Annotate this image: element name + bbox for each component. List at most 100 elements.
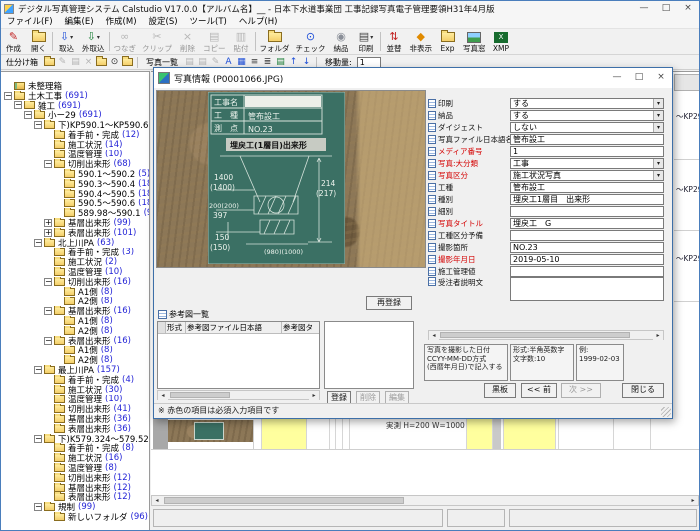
xmp-button[interactable]: XXMP — [489, 29, 514, 54]
import-button[interactable]: ⇩▾取込 — [54, 29, 79, 54]
field-input[interactable]: 管布設工 — [510, 182, 664, 193]
dropdown-arrow-icon[interactable]: ▾ — [653, 171, 663, 180]
deliver-button[interactable]: ◉納品 — [329, 29, 354, 54]
list-cell-yellow[interactable] — [261, 419, 307, 449]
collapse-icon[interactable]: − — [24, 111, 32, 119]
collapse-icon[interactable]: − — [34, 239, 42, 247]
field-input[interactable] — [510, 277, 664, 301]
maximize-button[interactable]: □ — [655, 2, 677, 16]
tree-item[interactable]: 590.4～590.5(18) — [1, 189, 149, 199]
ref-col-format[interactable]: 形式 — [166, 322, 186, 333]
dropdown-arrow-icon[interactable]: ▾ — [97, 34, 100, 41]
field-input[interactable]: 埋戻工1層目 出来形 — [510, 194, 664, 205]
tree-item[interactable]: 温度管理(8) — [1, 463, 149, 473]
list-horizontal-scrollbar[interactable]: ◂ ▸ — [151, 495, 699, 506]
ref-col-filename[interactable]: 参考図ファイル日本語 — [186, 322, 282, 333]
tree-item[interactable]: −北上川PA(63) — [1, 238, 149, 248]
list-cell-yellow[interactable] — [466, 419, 493, 449]
form-horizontal-scrollbar[interactable]: ◂ ▸ — [428, 330, 664, 340]
field-input[interactable] — [510, 206, 664, 217]
field-input[interactable] — [510, 230, 664, 241]
hide-button[interactable]: ◆非表示 — [407, 29, 436, 54]
photo-list-tab[interactable]: 写真一覧 — [141, 57, 183, 68]
tree-item[interactable]: 590.3～590.4(18) — [1, 179, 149, 189]
tree-item[interactable]: A1側(8) — [1, 287, 149, 297]
tree-item[interactable]: 施工状況(14) — [1, 140, 149, 150]
dialog-close-button[interactable]: × — [650, 71, 672, 85]
field-input[interactable]: NO.23 — [510, 242, 664, 253]
scroll-right-icon[interactable]: ▸ — [688, 496, 698, 505]
tree-item[interactable]: 切削出来形(41) — [1, 404, 149, 414]
field-select[interactable]: しない▾ — [510, 122, 664, 133]
print-button[interactable]: ▤▾印刷 — [354, 29, 379, 54]
menu-item[interactable]: ツール(T) — [184, 16, 233, 28]
tree-item[interactable]: −小ー29(691) — [1, 110, 149, 120]
tree-item[interactable]: −規制(99) — [1, 502, 149, 512]
field-input[interactable] — [510, 266, 664, 277]
folder-button[interactable]: フォルダ — [257, 29, 293, 54]
dialog-maximize-button[interactable]: □ — [628, 71, 650, 85]
row-selector-cell[interactable] — [153, 419, 168, 449]
close-dialog-button[interactable]: 閉じる — [622, 383, 664, 398]
photo-window-button[interactable]: 写真窓 — [460, 29, 489, 54]
tree-item[interactable]: 施工状況(30) — [1, 385, 149, 395]
collapse-icon[interactable]: − — [44, 278, 52, 286]
menu-item[interactable]: 設定(S) — [143, 16, 184, 28]
scrollbar-thumb[interactable] — [164, 497, 404, 504]
dropdown-arrow-icon[interactable]: ▾ — [70, 34, 73, 41]
reference-table[interactable]: 形式 参考図ファイル日本語 参考図タ — [157, 321, 320, 389]
tree-item[interactable]: A2側(8) — [1, 297, 149, 307]
dropdown-arrow-icon[interactable]: ▾ — [653, 99, 663, 108]
tree-item[interactable]: 着手前・完成(12) — [1, 130, 149, 140]
field-input[interactable]: 1 — [510, 146, 664, 157]
tree-item[interactable]: A1側(8) — [1, 346, 149, 356]
check-button[interactable]: ⊙チェック — [293, 29, 329, 54]
move-amount-input[interactable]: 1 — [357, 57, 381, 68]
tree-item[interactable]: 着手前・完成(3) — [1, 248, 149, 258]
collapse-icon[interactable]: − — [4, 92, 12, 100]
expand-icon[interactable]: + — [44, 229, 52, 237]
tree-item[interactable]: −雑工(691) — [1, 101, 149, 111]
dropdown-arrow-icon[interactable]: ▾ — [653, 123, 663, 132]
ref-col-title[interactable]: 参考図タ — [282, 322, 318, 333]
open-button[interactable]: 開く — [26, 29, 51, 54]
create-button[interactable]: ✎作成 — [1, 29, 26, 54]
collapse-icon[interactable]: − — [44, 160, 52, 168]
field-select[interactable]: 施工状況写真▾ — [510, 170, 664, 181]
tree-item[interactable]: 着手前・完成(4) — [1, 375, 149, 385]
special-sort-box-icon[interactable] — [121, 56, 134, 68]
dropdown-arrow-icon[interactable]: ▾ — [653, 159, 663, 168]
collapse-icon[interactable]: − — [34, 503, 42, 511]
menu-item[interactable]: 作成(M) — [100, 16, 143, 28]
tree-item[interactable]: −土木工事(691) — [1, 91, 149, 101]
up-sort-box-icon[interactable] — [95, 56, 108, 68]
tree-item[interactable]: 施工状況(16) — [1, 453, 149, 463]
tree-item[interactable]: −下)KP590.1～KP590.6(3 — [1, 120, 149, 130]
collapse-icon[interactable]: − — [44, 337, 52, 345]
tree-item[interactable]: 589.98～590.1(9) — [1, 208, 149, 218]
scrollbar-thumb[interactable] — [440, 332, 630, 338]
tree-item[interactable]: +基層出来形(99) — [1, 218, 149, 228]
sort-box-tab[interactable]: 仕分け箱 — [1, 57, 43, 68]
tree-item[interactable]: 切削出来形(12) — [1, 473, 149, 483]
field-select[interactable]: する▾ — [510, 98, 664, 109]
tree-item[interactable]: 590.5～590.6(18) — [1, 199, 149, 209]
import-external-button[interactable]: ⇩▾外取込 — [79, 29, 108, 54]
collapse-icon[interactable]: − — [34, 366, 42, 374]
find-box-icon[interactable]: ⊙ — [108, 56, 121, 68]
tree-item[interactable]: 590.1～590.2(5) — [1, 169, 149, 179]
list-cell-yellow[interactable] — [503, 419, 556, 449]
tree-item[interactable]: 新しいフォルダ(96) — [1, 512, 149, 522]
tree-item[interactable]: −表層出来形(16) — [1, 336, 149, 346]
tree-item[interactable]: 基層出来形(12) — [1, 483, 149, 493]
blackboard-button[interactable]: 黒板 — [484, 383, 516, 398]
field-input[interactable]: 管布設工 — [510, 134, 664, 145]
new-sort-box-icon[interactable] — [43, 56, 56, 68]
tree-item[interactable]: +表層出来形(101) — [1, 228, 149, 238]
list-column-header[interactable] — [674, 74, 700, 91]
collapse-icon[interactable]: − — [44, 307, 52, 315]
field-input[interactable]: 埋戻工 G — [510, 218, 664, 229]
photo-thumbnail[interactable] — [168, 420, 254, 449]
sort-button[interactable]: ⇅並替 — [382, 29, 407, 54]
tree-item[interactable]: 基層出来形(36) — [1, 414, 149, 424]
